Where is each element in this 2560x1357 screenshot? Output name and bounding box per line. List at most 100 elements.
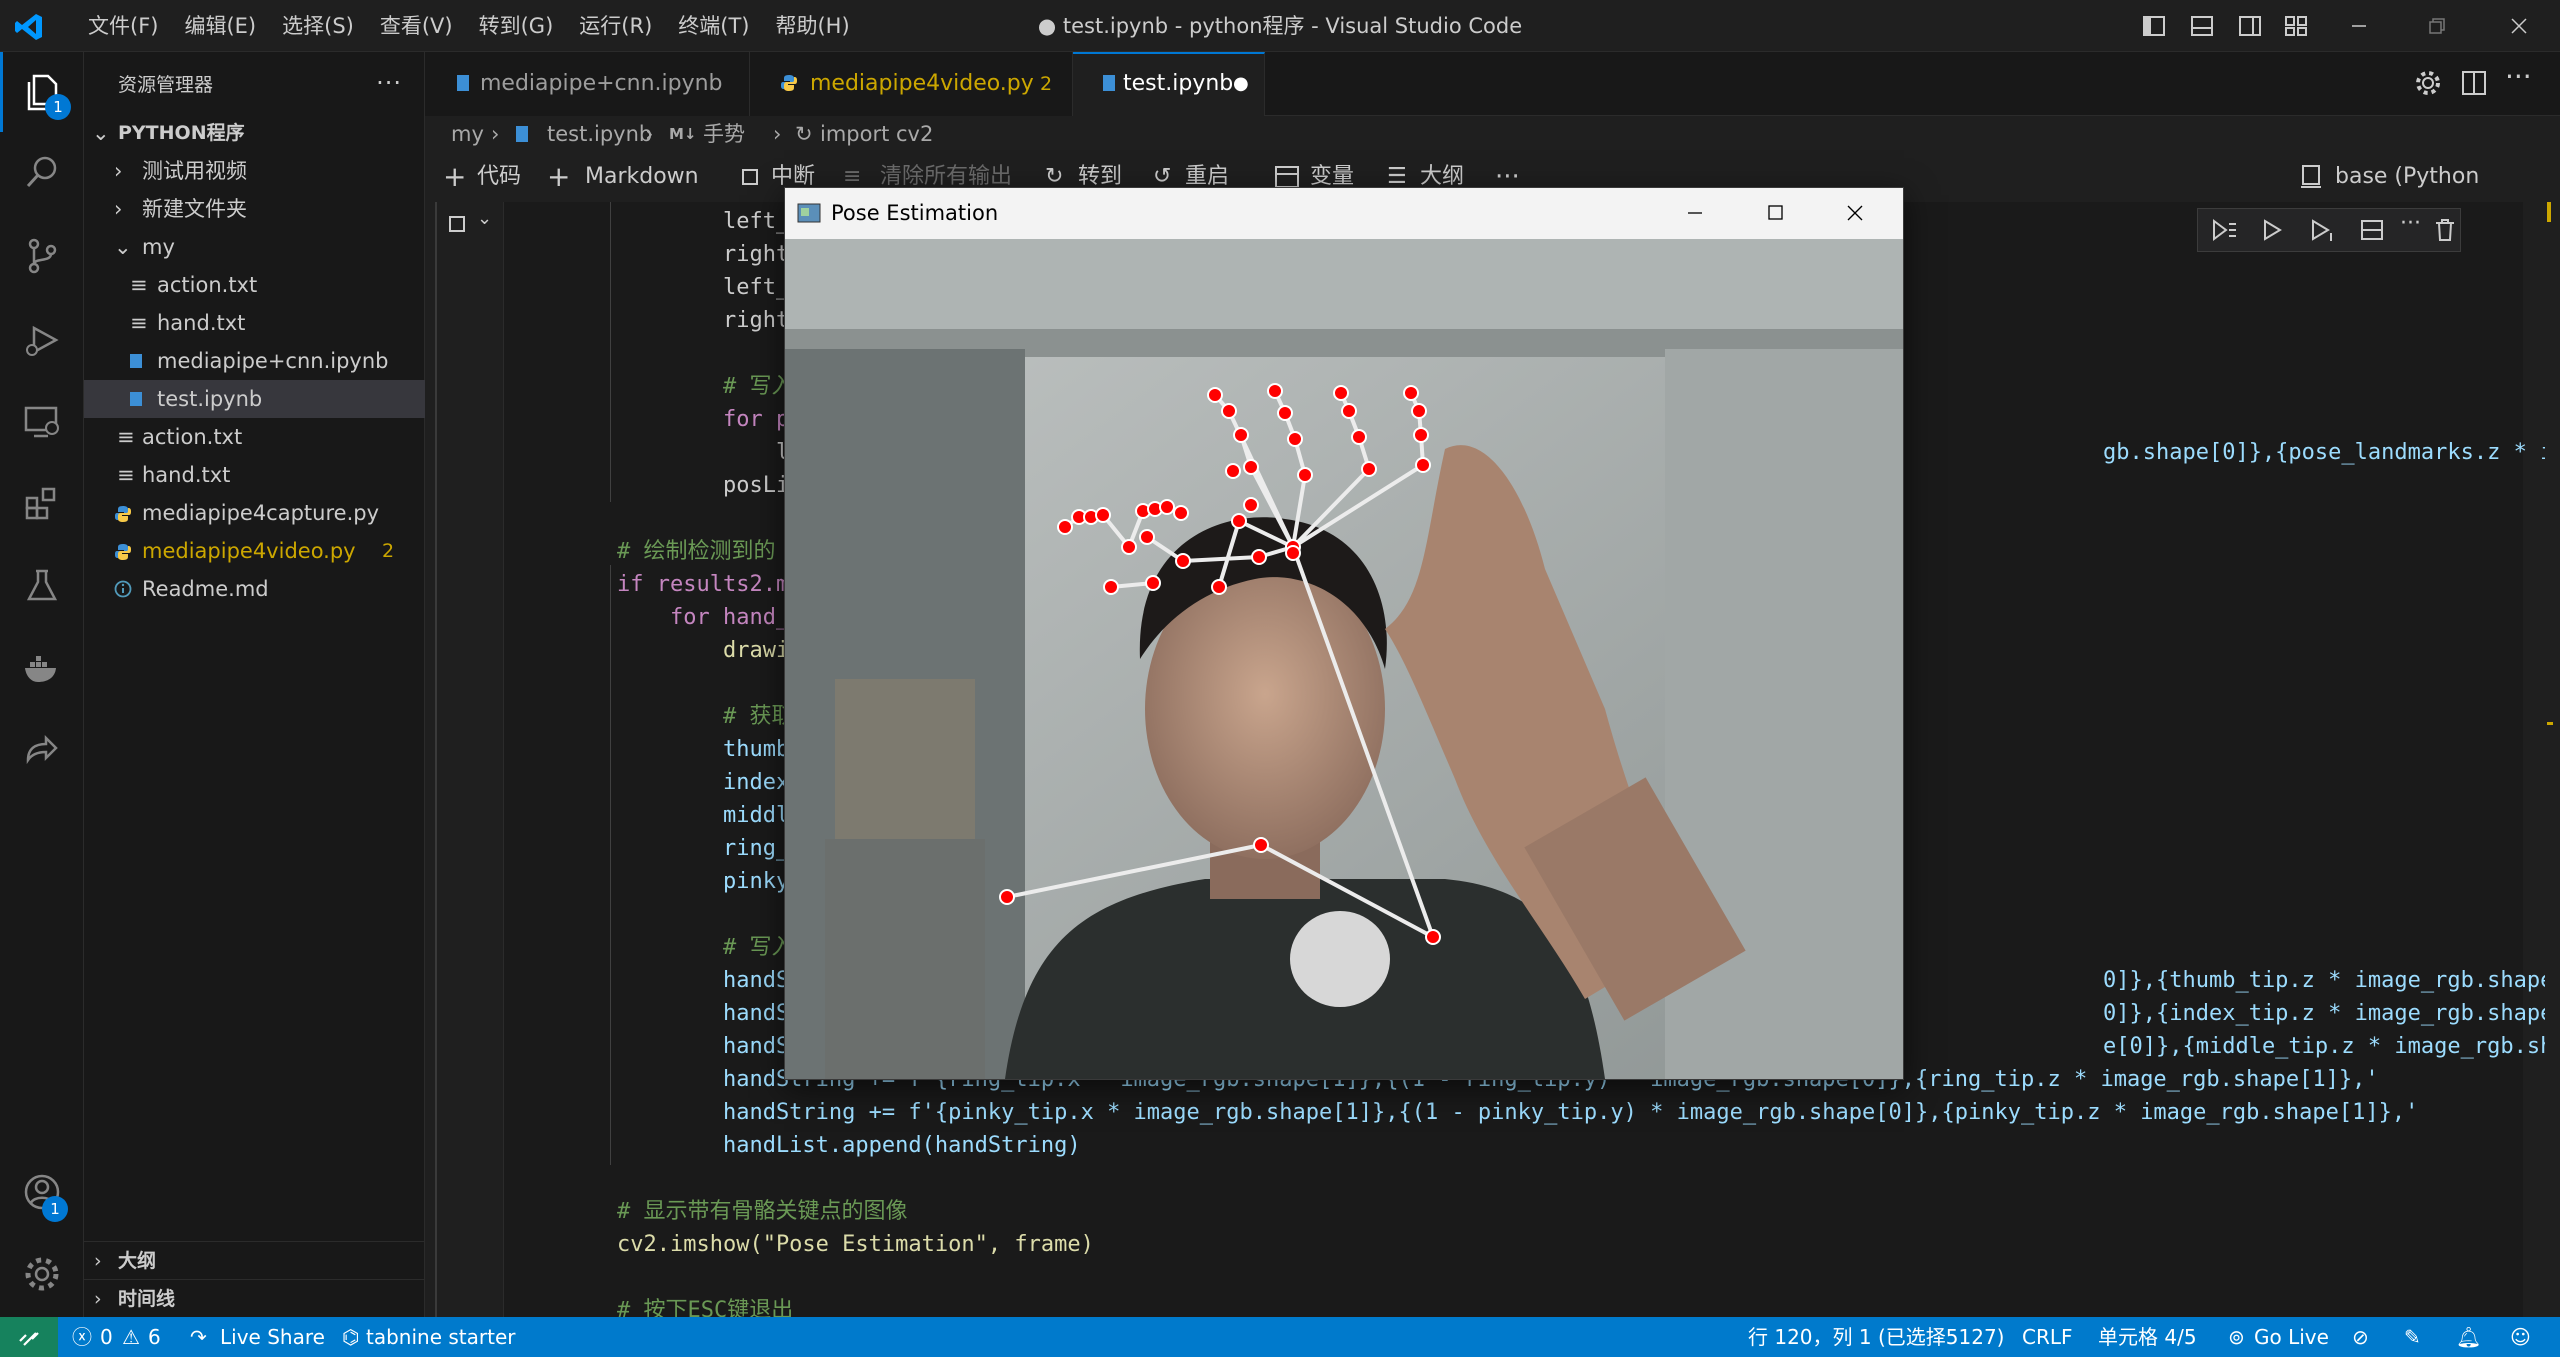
notebook-file-icon bbox=[128, 353, 144, 369]
menu-go[interactable]: 转到(G) bbox=[466, 0, 567, 52]
menu-selection[interactable]: 选择(S) bbox=[269, 0, 367, 52]
breadcrumb-cell[interactable]: import cv2 bbox=[820, 116, 933, 152]
remote-explorer-activity[interactable] bbox=[0, 382, 84, 462]
more-actions-icon[interactable]: ··· bbox=[376, 69, 402, 97]
add-markdown-button[interactable]: Markdown bbox=[585, 152, 699, 202]
code-fragment: 0]},{thumb_tip.z * image_rgb.shape[1]},' bbox=[2103, 968, 2560, 993]
search-activity[interactable] bbox=[0, 132, 84, 212]
breadcrumb-folder[interactable]: my bbox=[451, 116, 484, 152]
live-share-status[interactable]: Live Share bbox=[220, 1317, 325, 1357]
docker-icon bbox=[22, 648, 62, 688]
tree-item-new-folder[interactable]: › 新建文件夹 bbox=[84, 190, 425, 228]
pose-maximize-icon[interactable] bbox=[1765, 188, 1785, 239]
no-bell-icon[interactable]: ⊘ bbox=[2352, 1317, 2369, 1357]
add-code-button[interactable]: 代码 bbox=[477, 152, 521, 202]
toggle-panel-icon[interactable] bbox=[2190, 14, 2214, 38]
run-debug-activity[interactable] bbox=[0, 300, 84, 380]
tab-mediapipe-cnn[interactable]: mediapipe+cnn.ipynb bbox=[425, 52, 750, 116]
pose-close-icon[interactable] bbox=[1845, 188, 1865, 239]
toggle-sidebar-icon[interactable] bbox=[2142, 14, 2166, 38]
settings-gear-icon[interactable] bbox=[2413, 68, 2443, 98]
run-debug-icon bbox=[22, 320, 62, 360]
editor-scrollbar[interactable] bbox=[2545, 202, 2560, 1317]
tab-mediapipe4video[interactable]: mediapipe4video.py 2 bbox=[750, 52, 1073, 116]
window-title: ● test.ipynb - python程序 - Visual Studio … bbox=[1037, 14, 1523, 38]
breadcrumb-section[interactable]: 手势 bbox=[703, 116, 745, 152]
testing-activity[interactable] bbox=[0, 546, 84, 626]
tree-item-my-action-txt[interactable]: ≡ action.txt bbox=[84, 266, 425, 304]
feedback-icon[interactable]: ✎ bbox=[2404, 1317, 2421, 1357]
workspace-root[interactable]: ⌄ PYTHON程序 bbox=[84, 114, 425, 152]
code-line: middl bbox=[617, 803, 790, 828]
tab-test-ipynb[interactable]: test.ipynb ● bbox=[1073, 52, 1265, 116]
split-editor-icon[interactable] bbox=[2461, 70, 2487, 96]
restore-window-icon[interactable] bbox=[2398, 0, 2476, 52]
chevron-down-icon[interactable]: ⌄ bbox=[477, 208, 492, 229]
tree-item-test-ipynb[interactable]: test.ipynb bbox=[84, 380, 425, 418]
tree-item-test-videos[interactable]: › 测试用视频 bbox=[84, 152, 425, 190]
keypoint bbox=[1403, 385, 1419, 401]
line-ending[interactable]: CRLF bbox=[2022, 1317, 2073, 1357]
copilot-icon[interactable]: ☺ bbox=[2510, 1317, 2531, 1357]
accounts-activity[interactable]: 1 bbox=[0, 1152, 84, 1232]
info-icon bbox=[114, 580, 132, 598]
tree-item-action-txt[interactable]: ≡ action.txt bbox=[84, 418, 425, 456]
pose-minimize-icon[interactable] bbox=[1685, 188, 1705, 239]
menu-edit[interactable]: 编辑(E) bbox=[171, 0, 269, 52]
live-share-activity[interactable] bbox=[0, 710, 84, 790]
menu-terminal[interactable]: 终端(T) bbox=[665, 0, 762, 52]
tree-item-mediapipe-cnn[interactable]: mediapipe+cnn.ipynb bbox=[84, 342, 425, 380]
tree-item-my-folder[interactable]: ⌄ my bbox=[84, 228, 425, 266]
menu-help[interactable]: 帮助(H) bbox=[762, 0, 862, 52]
menu-run[interactable]: 运行(R) bbox=[566, 0, 665, 52]
notifications-bell-icon[interactable]: 🔔︎ bbox=[2456, 1317, 2481, 1357]
menu-view[interactable]: 查看(V) bbox=[367, 0, 466, 52]
tree-item-my-hand-txt[interactable]: ≡ hand.txt bbox=[84, 304, 425, 342]
tree-item-hand-txt[interactable]: ≡ hand.txt bbox=[84, 456, 425, 494]
keypoint bbox=[1231, 513, 1247, 529]
customize-layout-icon[interactable] bbox=[2284, 14, 2308, 38]
remote-indicator[interactable] bbox=[0, 1317, 58, 1357]
search-icon bbox=[22, 152, 62, 192]
cell-stop-icon[interactable] bbox=[449, 216, 465, 232]
pose-estimation-window[interactable]: Pose Estimation bbox=[784, 187, 1904, 1080]
title-bar: 文件(F) 编辑(E) 选择(S) 查看(V) 转到(G) 运行(R) 终端(T… bbox=[0, 0, 2560, 52]
tree-item-mediapipe4capture[interactable]: mediapipe4capture.py bbox=[84, 494, 425, 532]
kernel-icon bbox=[2300, 165, 2322, 189]
warning-icon: ⚠ bbox=[122, 1325, 140, 1349]
chevron-right-icon: › bbox=[491, 122, 500, 146]
code-line: handList.append(handString) bbox=[617, 1133, 1081, 1158]
outline-section[interactable]: › 大纲 bbox=[84, 1241, 425, 1279]
text-file-icon: ≡ bbox=[130, 273, 148, 297]
notebook-file-icon bbox=[515, 125, 529, 143]
code-line: # 按下ESC键退出 bbox=[617, 1298, 794, 1317]
code-line: handS bbox=[617, 1001, 790, 1026]
close-window-icon[interactable] bbox=[2480, 0, 2558, 52]
tree-item-mediapipe4video[interactable]: mediapipe4video.py 2 bbox=[84, 532, 425, 570]
minimize-window-icon[interactable] bbox=[2320, 0, 2398, 52]
tabnine-status[interactable]: tabnine starter bbox=[366, 1317, 515, 1357]
keypoint bbox=[1297, 467, 1313, 483]
tree-item-readme[interactable]: Readme.md bbox=[84, 570, 425, 608]
toggle-secondary-sidebar-icon[interactable] bbox=[2238, 14, 2262, 38]
keypoint bbox=[1103, 579, 1119, 595]
explorer-activity[interactable]: 1 bbox=[0, 52, 84, 132]
breadcrumb-file[interactable]: test.ipynb bbox=[547, 116, 652, 152]
chevron-right-icon: › bbox=[645, 122, 654, 146]
variables-icon bbox=[1275, 166, 1299, 188]
pose-window-titlebar[interactable]: Pose Estimation bbox=[785, 188, 1903, 239]
extensions-activity[interactable] bbox=[0, 464, 84, 544]
menu-file[interactable]: 文件(F) bbox=[75, 0, 171, 52]
cell-indicator[interactable]: 单元格 4/5 bbox=[2098, 1317, 2197, 1357]
more-tab-actions-icon[interactable]: ··· bbox=[2505, 60, 2532, 93]
unsaved-dot-icon[interactable]: ● bbox=[1233, 54, 1249, 114]
warning-count[interactable]: 6 bbox=[148, 1317, 161, 1357]
timeline-section[interactable]: › 时间线 bbox=[84, 1279, 425, 1317]
manage-activity[interactable] bbox=[0, 1234, 84, 1314]
cursor-position[interactable]: 行 120，列 1 (已选择5127) bbox=[1748, 1317, 2004, 1357]
scrollbar-marker bbox=[2547, 202, 2551, 222]
go-live-button[interactable]: Go Live bbox=[2254, 1317, 2329, 1357]
error-count[interactable]: 0 bbox=[100, 1317, 113, 1357]
source-control-activity[interactable] bbox=[0, 216, 84, 296]
docker-activity[interactable] bbox=[0, 628, 84, 708]
